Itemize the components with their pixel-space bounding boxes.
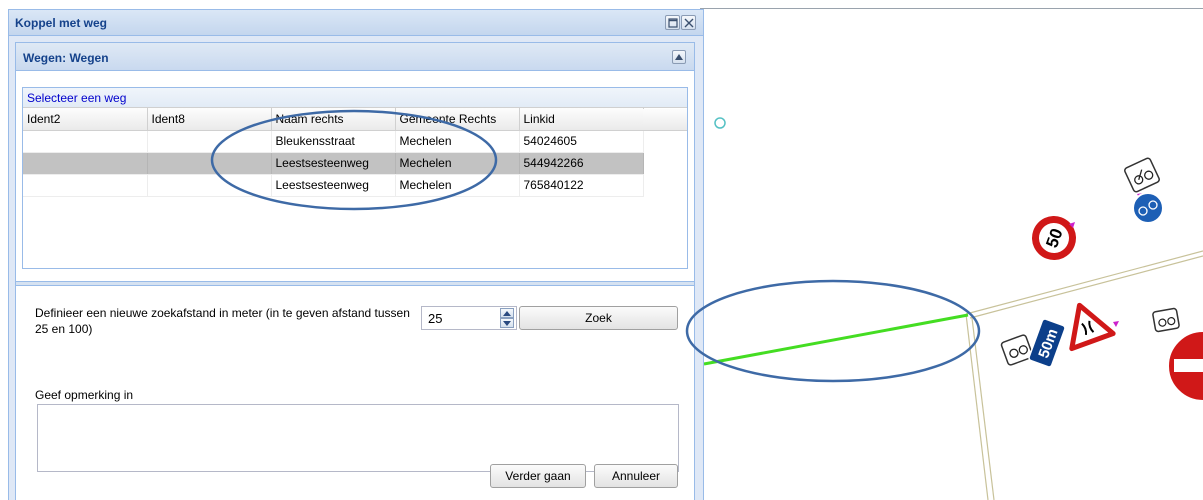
road-edges [965,250,1203,500]
grid-caption: Selecteer een weg [23,88,687,108]
chevron-up-icon[interactable] [672,50,686,64]
close-icon[interactable] [681,15,696,30]
continue-button[interactable]: Verder gaan [490,464,586,488]
cell-gemeente-rechts: Mechelen [395,130,520,153]
dialog-title: Koppel met weg [15,16,108,30]
cell-gemeente-rechts: Mechelen [395,152,520,175]
dialog-body: Wegen: Wegen Selecteer een weg Ident2 Id… [15,42,695,500]
cell-ident8 [147,130,272,153]
column-header-ident8[interactable]: Ident8 [147,108,272,131]
speed-limit-sign-icon[interactable]: 50 [1026,210,1082,266]
column-header-ident2[interactable]: Ident2 [23,108,148,131]
cell-linkid: 54024605 [519,130,644,153]
grid-header-filler [643,109,687,131]
link-road-dialog[interactable]: Koppel met weg Wegen: Wegen Selecteer ee… [8,9,704,500]
distance-plate-sign-icon[interactable]: 50m [1028,318,1066,368]
bike-plate-sign-icon[interactable] [1152,307,1180,333]
column-header-naam-rechts[interactable]: Naam rechts [271,108,396,131]
cell-ident2 [23,130,148,153]
panel-divider[interactable] [16,281,694,286]
remark-label: Geef opmerking in [35,388,134,402]
cell-naam-rechts: Leestsesteenweg [271,174,396,197]
search-distance-label: Definieer een nieuwe zoekafstand in mete… [35,306,410,336]
cell-naam-rechts: Leestsesteenweg [271,152,396,175]
cancel-button[interactable]: Annuleer [594,464,678,488]
roads-grid[interactable]: Selecteer een weg Ident2 Ident8 Naam rec… [22,87,688,269]
table-row[interactable]: Leestsesteenweg Mechelen 544942266 [23,152,644,175]
spinner-up-icon[interactable] [500,308,514,318]
cell-naam-rechts: Bleukensstraat [271,130,396,153]
bike-plate-sign-icon[interactable] [1124,157,1160,193]
no-entry-sign-icon[interactable] [1167,330,1203,402]
maximize-icon[interactable] [665,15,680,30]
cell-linkid: 544942266 [519,152,644,175]
bike-plate-sign-icon[interactable] [1000,334,1034,366]
cell-ident8 [147,152,272,175]
cell-ident2 [23,174,148,197]
table-header-row: Ident2 Ident8 Naam rechts Gemeente Recht… [23,108,644,131]
roads-panel-title: Wegen: Wegen [23,51,109,65]
roads-panel-header[interactable]: Wegen: Wegen [16,43,694,71]
cell-ident2 [23,152,148,175]
sign-marker [1113,321,1119,327]
table-row[interactable]: Bleukensstraat Mechelen 54024605 [23,130,644,153]
distance-spinner[interactable] [500,308,514,328]
spinner-down-icon[interactable] [500,318,514,328]
cell-linkid: 765840122 [519,174,644,197]
cell-gemeente-rechts: Mechelen [395,174,520,197]
table-row[interactable]: Leestsesteenweg Mechelen 765840122 [23,174,644,197]
column-header-gemeente-rechts[interactable]: Gemeente Rechts [395,108,520,131]
selected-link[interactable] [703,313,969,366]
map-node[interactable] [714,117,726,129]
search-button[interactable]: Zoek [519,306,678,330]
remark-textarea[interactable] [37,404,679,472]
column-header-linkid[interactable]: Linkid [519,108,644,131]
narrowing-warning-sign-icon[interactable] [1059,298,1116,352]
bike-path-sign-icon[interactable] [1132,192,1164,224]
cell-ident8 [147,174,272,197]
roads-table[interactable]: Ident2 Ident8 Naam rechts Gemeente Recht… [23,108,644,197]
dialog-header[interactable]: Koppel met weg [9,10,703,36]
